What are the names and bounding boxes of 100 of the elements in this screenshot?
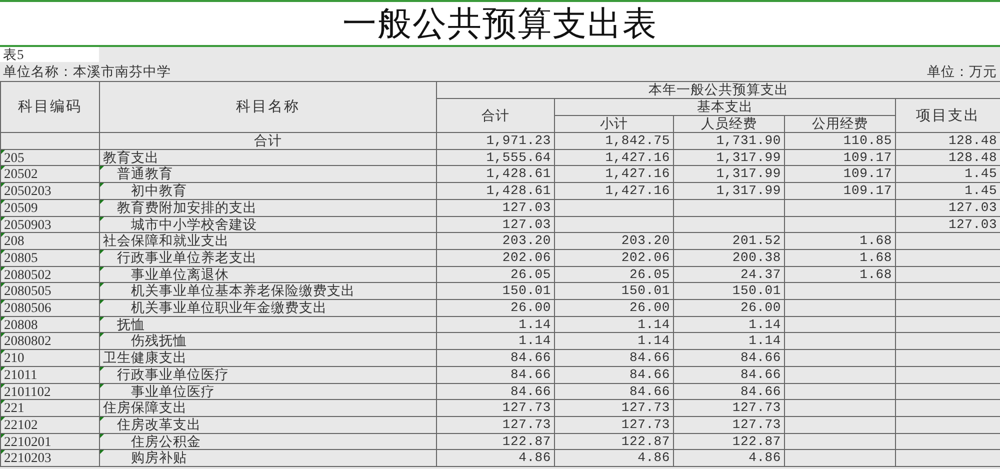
table-cell: 84.66 (436, 366, 554, 384)
table-cell: 1.45 (896, 182, 1000, 200)
table-cell: 84.66 (436, 383, 554, 400)
table-cell: 127.73 (436, 416, 554, 434)
table-cell: 1,427.16 (554, 166, 674, 183)
table-cell: 初中教育 (100, 182, 436, 200)
table-cell: 机关事业单位基本养老保险缴费支出 (100, 282, 436, 300)
table-cell: 2080506 (0, 300, 100, 316)
table-cell: 1,427.16 (554, 182, 674, 200)
table-cell: 127.03 (436, 199, 554, 216)
table-cell: 住房公积金 (100, 433, 436, 450)
table-cell: 1.14 (436, 316, 554, 333)
table-cell: 84.66 (554, 366, 674, 384)
table-cell: 127.73 (674, 400, 784, 416)
table-cell: 110.85 (784, 132, 896, 150)
table-cell: 行政事业单位医疗 (100, 366, 436, 384)
table-cell: 20808 (0, 316, 100, 333)
table-cell: 128.48 (896, 149, 1000, 166)
table-cell: 109.17 (784, 149, 896, 166)
header-cell: 本年一般公共预算支出 (436, 82, 1000, 98)
table-cell: 202.06 (554, 249, 674, 266)
table-cell: 127.03 (896, 216, 1000, 233)
table-cell: 127.03 (436, 216, 554, 233)
unit-name: 单位名称：本溪市南芬中学 (3, 63, 171, 81)
header-cell: 基本支出 (554, 98, 896, 116)
table-cell: 事业单位离退休 (100, 266, 436, 283)
table-cell: 26.05 (554, 266, 674, 283)
table-cell: 抚恤 (100, 316, 436, 333)
table-cell: 109.17 (784, 166, 896, 183)
table-cell: 128.48 (896, 132, 1000, 150)
table-cell: 2080505 (0, 282, 100, 300)
table-cell: 4.86 (674, 450, 784, 467)
table-cell: 4.86 (436, 450, 554, 467)
table-cell: 127.73 (436, 400, 554, 416)
table-cell: 84.66 (674, 383, 784, 400)
table-cell: 2080502 (0, 266, 100, 283)
table-cell: 1,317.99 (674, 149, 784, 166)
table-cell: 150.01 (674, 282, 784, 300)
table-cell: 住房改革支出 (100, 416, 436, 434)
table-cell: 2080802 (0, 332, 100, 350)
table-cell: 150.01 (436, 282, 554, 300)
table-cell: 127.03 (896, 199, 1000, 216)
table-cell: 2050903 (0, 216, 100, 233)
table-cell: 4.86 (554, 450, 674, 467)
header-cell: 人员经费 (674, 116, 784, 132)
header-cell: 小计 (554, 116, 674, 132)
table-cell: 事业单位医疗 (100, 383, 436, 400)
table-cell: 2210203 (0, 450, 100, 467)
table-cell: 26.00 (554, 300, 674, 316)
table-cell: 200.38 (674, 249, 784, 266)
table-cell: 20502 (0, 166, 100, 183)
table-cell: 2101102 (0, 383, 100, 400)
table-cell: 机关事业单位职业年金缴费支出 (100, 300, 436, 316)
table-cell: 1,317.99 (674, 166, 784, 183)
table-cell: 203.20 (436, 232, 554, 250)
table-cell: 教育费附加安排的支出 (100, 199, 436, 216)
table-cell: 127.73 (554, 416, 674, 434)
table-cell: 221 (0, 400, 100, 416)
table-cell: 住房保障支出 (100, 400, 436, 416)
table-cell: 84.66 (554, 383, 674, 400)
table-cell: 210 (0, 350, 100, 366)
table-cell: 127.73 (554, 400, 674, 416)
table-cell: 1,842.75 (554, 132, 674, 150)
table-cell: 卫生健康支出 (100, 350, 436, 366)
table-number: 表5 (0, 47, 99, 62)
table-cell: 26.05 (436, 266, 554, 283)
table-cell: 社会保障和就业支出 (100, 232, 436, 250)
table-cell: 150.01 (554, 282, 674, 300)
table-cell: 122.87 (554, 433, 674, 450)
table-cell: 1.14 (554, 316, 674, 333)
table-cell: 1.14 (554, 332, 674, 350)
table-cell: 城市中小学校舍建设 (100, 216, 436, 233)
table-cell: 84.66 (674, 350, 784, 366)
table-cell: 1.68 (784, 232, 896, 250)
table-cell: 行政事业单位养老支出 (100, 249, 436, 266)
table-cell: 208 (0, 232, 100, 250)
table-cell: 1.14 (674, 332, 784, 350)
table-cell: 84.66 (674, 366, 784, 384)
table-cell: 1.14 (436, 332, 554, 350)
table-cell: 84.66 (554, 350, 674, 366)
table-cell: 20805 (0, 249, 100, 266)
table-cell: 122.87 (674, 433, 784, 450)
table-cell: 1.45 (896, 166, 1000, 183)
sheet-title: 一般公共预算支出表 (342, 4, 658, 44)
table-cell: 122.87 (436, 433, 554, 450)
table-cell: 1,427.16 (554, 149, 674, 166)
header-cell: 科目编码 (0, 82, 100, 132)
unit-label: 单位：万元 (927, 63, 997, 81)
table-cell: 26.00 (436, 300, 554, 316)
table-cell: 1.68 (784, 249, 896, 266)
table-cell: 205 (0, 149, 100, 166)
table-cell: 1,731.90 (674, 132, 784, 150)
header-cell: 公用经费 (784, 116, 896, 132)
table-cell: 1,428.61 (436, 182, 554, 200)
header-cell: 科目名称 (100, 82, 436, 132)
table-cell: 21011 (0, 366, 100, 384)
table-cell: 1,971.23 (436, 132, 554, 150)
header-cell: 合计 (436, 98, 554, 132)
table-cell: 84.66 (436, 350, 554, 366)
table-cell: 1.68 (784, 266, 896, 283)
